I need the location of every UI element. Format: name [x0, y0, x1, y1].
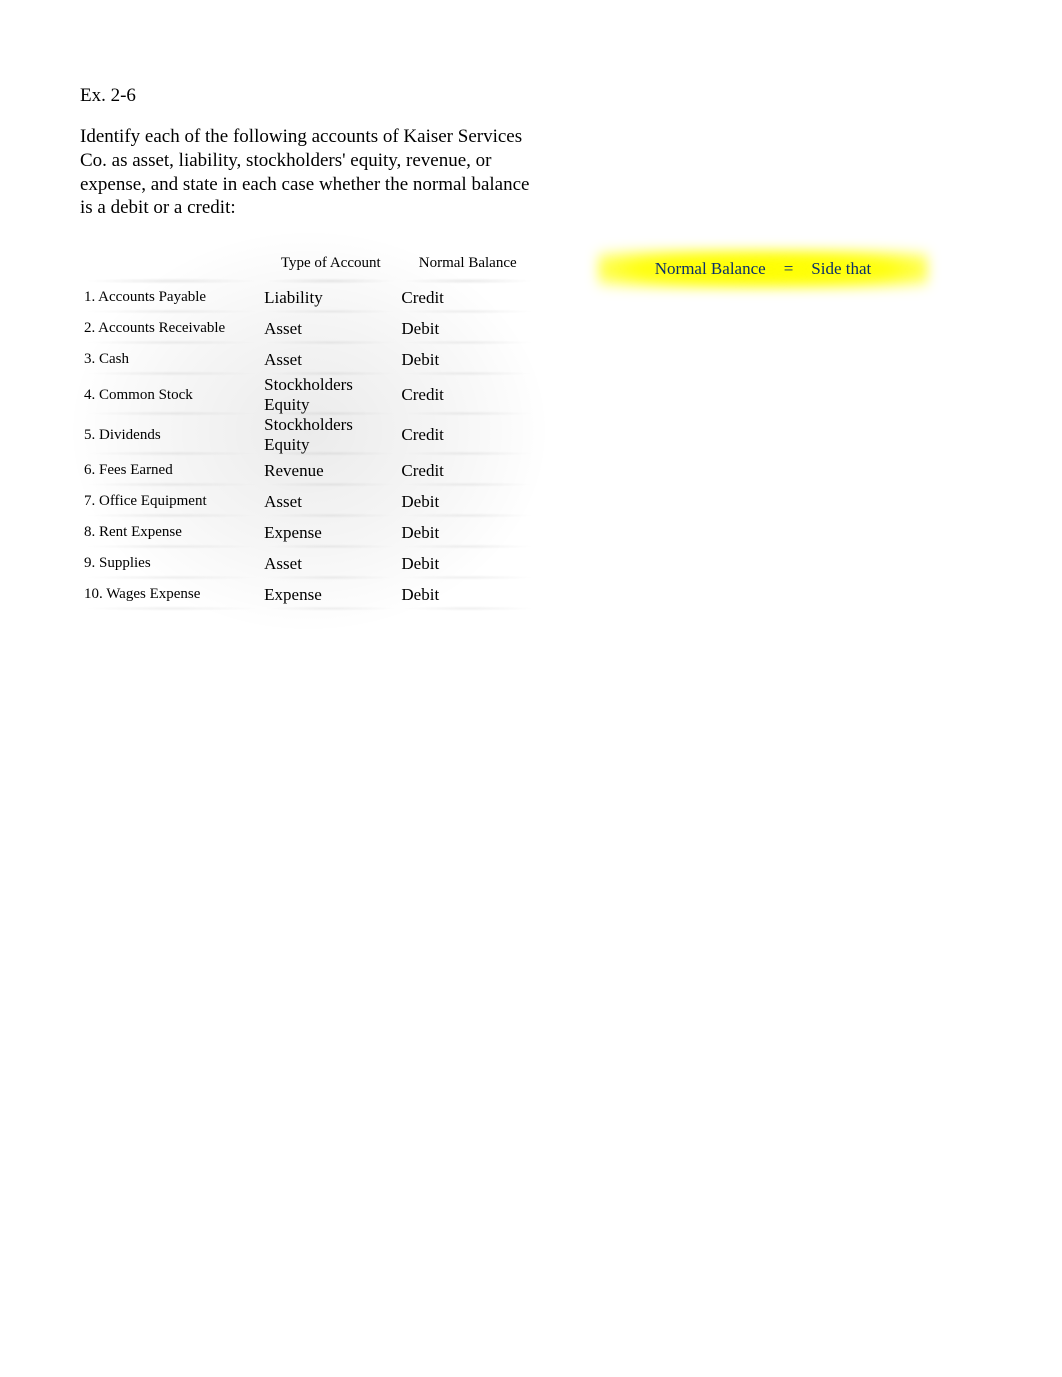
- cell-type: Expense: [264, 517, 397, 548]
- table-body: 1. Accounts Payable Liability Credit 2. …: [84, 282, 534, 610]
- cell-balance: Debit: [401, 486, 534, 517]
- accounts-table: Type of Account Normal Balance 1. Accoun…: [80, 244, 538, 610]
- cell-account: 5. Dividends: [84, 415, 260, 455]
- cell-account: 9. Supplies: [84, 548, 260, 579]
- table-row: 5. Dividends Stockholders Equity Credit: [84, 415, 534, 455]
- cell-type: Stockholders Equity: [264, 415, 397, 455]
- cell-balance: Credit: [401, 282, 534, 313]
- cell-type: Asset: [264, 344, 397, 375]
- cell-balance: Debit: [401, 517, 534, 548]
- cell-balance: Debit: [401, 548, 534, 579]
- cell-type: Liability: [264, 282, 397, 313]
- cell-account: 2. Accounts Receivable: [84, 313, 260, 344]
- exercise-title: Ex. 2-6: [80, 85, 540, 107]
- table-row: 4. Common Stock Stockholders Equity Cred…: [84, 375, 534, 415]
- note-equals: =: [784, 259, 794, 279]
- exercise-content: Ex. 2-6 Identify each of the following a…: [80, 85, 540, 620]
- table-row: 3. Cash Asset Debit: [84, 344, 534, 375]
- cell-account: 3. Cash: [84, 344, 260, 375]
- cell-balance: Debit: [401, 579, 534, 610]
- cell-balance: Credit: [401, 415, 534, 455]
- cell-account: 7. Office Equipment: [84, 486, 260, 517]
- cell-account: 8. Rent Expense: [84, 517, 260, 548]
- cell-account: 10. Wages Expense: [84, 579, 260, 610]
- table-row: 7. Office Equipment Asset Debit: [84, 486, 534, 517]
- table-header-row: Type of Account Normal Balance: [84, 244, 534, 282]
- table-row: 1. Accounts Payable Liability Credit: [84, 282, 534, 313]
- table-row: 2. Accounts Receivable Asset Debit: [84, 313, 534, 344]
- table-row: 10. Wages Expense Expense Debit: [84, 579, 534, 610]
- cell-balance: Credit: [401, 455, 534, 486]
- table-row: 6. Fees Earned Revenue Credit: [84, 455, 534, 486]
- side-note-highlight: Normal Balance = Side that: [598, 250, 928, 288]
- cell-account: 4. Common Stock: [84, 375, 260, 415]
- cell-account: 6. Fees Earned: [84, 455, 260, 486]
- cell-balance: Debit: [401, 344, 534, 375]
- cell-type: Asset: [264, 313, 397, 344]
- cell-account: 1. Accounts Payable: [84, 282, 260, 313]
- table-row: 8. Rent Expense Expense Debit: [84, 517, 534, 548]
- cell-type: Stockholders Equity: [264, 375, 397, 415]
- cell-type: Revenue: [264, 455, 397, 486]
- accounts-table-wrap: Type of Account Normal Balance 1. Accoun…: [80, 238, 538, 620]
- note-right: Side that: [811, 259, 871, 279]
- table-row: 9. Supplies Asset Debit: [84, 548, 534, 579]
- cell-type: Asset: [264, 548, 397, 579]
- cell-type: Expense: [264, 579, 397, 610]
- header-type: Type of Account: [264, 244, 397, 282]
- cell-balance: Debit: [401, 313, 534, 344]
- note-left: Normal Balance: [655, 259, 766, 279]
- header-account: [84, 244, 260, 282]
- header-balance: Normal Balance: [401, 244, 534, 282]
- cell-balance: Credit: [401, 375, 534, 415]
- exercise-instructions: Identify each of the following accounts …: [80, 125, 540, 220]
- cell-type: Asset: [264, 486, 397, 517]
